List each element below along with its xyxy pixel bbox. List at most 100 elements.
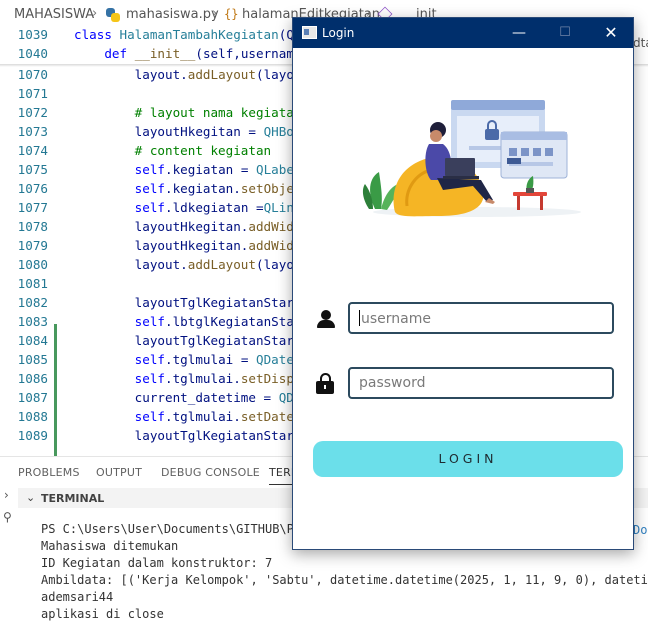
line-number: 1084 — [17, 333, 48, 348]
code-token: layoutHkegitan. — [74, 238, 249, 253]
terminal-title: TERMINAL — [41, 492, 105, 505]
line-number: 1075 — [17, 162, 48, 177]
line-number: 1080 — [17, 257, 48, 272]
code-text: self.kegiatan.setObje — [74, 181, 294, 196]
tab-debug-console[interactable]: DEBUG CONSOLE — [161, 466, 260, 479]
code-text: self.tglmulai.setDate — [74, 409, 294, 424]
maximize-button[interactable]: ☐ — [551, 22, 579, 44]
lock-icon — [316, 373, 334, 395]
terminal-edge-text: Do — [633, 523, 648, 537]
line-number: 1087 — [17, 390, 48, 405]
close-button[interactable]: ✕ — [597, 22, 625, 44]
code-token: (layo — [255, 257, 294, 272]
password-input[interactable]: password — [348, 367, 614, 399]
code-token: HalamanTambahKegiatan — [119, 27, 279, 42]
line-number: 1089 — [17, 428, 48, 443]
line-number: 1076 — [17, 181, 48, 196]
code-token: .kegiatan. — [165, 181, 241, 196]
code-token: layoutTglKegiatanStar — [74, 295, 294, 310]
line-number: 1083 — [17, 314, 48, 329]
code-text: self.kegiatan = QLabe — [74, 162, 294, 177]
code-token: addWid — [248, 219, 294, 234]
line-number: 1085 — [17, 352, 48, 367]
username-input[interactable]: username — [348, 302, 614, 334]
username-placeholder: username — [361, 311, 431, 327]
code-text: self.lbtglKegiatanSta — [74, 314, 294, 329]
code-text: layout.addLayout(layo — [74, 67, 294, 82]
code-token: layoutHkegitan. — [74, 219, 249, 234]
code-token: .kegiatan = — [165, 162, 256, 177]
line-number: 1079 — [17, 238, 48, 253]
code-token: setObje — [240, 181, 294, 196]
code-token: self — [74, 181, 165, 196]
line-number: 1088 — [17, 409, 48, 424]
code-token: .tglmulai. — [165, 409, 241, 424]
tab-problems[interactable]: PROBLEMS — [18, 466, 80, 479]
terminal-line: PS C:\Users\User\Documents\GITHUB\PR — [41, 522, 302, 536]
code-token: .ldkegiatan = — [165, 200, 264, 215]
code-token: __init__ — [134, 46, 196, 61]
line-number: 1077 — [17, 200, 48, 215]
code-token: self — [74, 352, 165, 367]
chevron-down-icon[interactable]: ⌄ — [26, 491, 35, 504]
login-window[interactable]: Login — ☐ ✕ username password LOGIN — [292, 17, 634, 550]
line-number: 1082 — [17, 295, 48, 310]
minimize-button[interactable]: — — [505, 22, 533, 44]
code-token: setDisp — [240, 371, 294, 386]
line-number: 1081 — [17, 276, 48, 291]
code-token: layoutTglKegiatanStar — [74, 428, 294, 443]
breadcrumb-separator: › — [212, 6, 218, 21]
code-token: addWid — [248, 238, 294, 253]
code-text: current_datetime = QD — [74, 390, 294, 405]
code-text: layoutTglKegiatanStar — [74, 295, 294, 310]
code-text: # layout nama kegiata — [74, 105, 294, 120]
breadcrumb-folder[interactable]: MAHASISWA — [14, 7, 94, 22]
code-token: QLabe — [256, 162, 294, 177]
line-number: 1070 — [17, 67, 48, 82]
code-token: QDate — [256, 352, 294, 367]
panel-side-strip: › ⚲ — [0, 486, 18, 635]
code-token: self — [74, 409, 165, 424]
password-placeholder: password — [359, 375, 426, 391]
user-icon — [317, 310, 335, 328]
chevron-right-icon[interactable]: › — [4, 488, 9, 502]
code-token: setDate — [240, 409, 294, 424]
window-icon — [302, 26, 317, 39]
code-token: QHBo — [263, 124, 294, 139]
code-token: class — [74, 27, 120, 42]
tab-output[interactable]: OUTPUT — [96, 466, 142, 479]
code-text: self.tglmulai.setDisp — [74, 371, 294, 386]
code-token: addLayout — [187, 67, 256, 82]
code-token: # layout nama kegiata — [74, 105, 294, 120]
code-token: .tglmulai = — [165, 352, 256, 367]
code-token: # content kegiatan — [74, 143, 272, 158]
line-number: 1072 — [17, 105, 48, 120]
code-text: # content kegiatan — [74, 143, 271, 158]
login-titlebar[interactable]: Login — ☐ ✕ — [293, 18, 633, 48]
line-number: 1086 — [17, 371, 48, 386]
code-token: self — [74, 371, 165, 386]
login-button[interactable]: LOGIN — [313, 441, 623, 477]
line-number: 1074 — [17, 143, 48, 158]
code-text: layoutHkegitan = QHBo — [74, 124, 294, 139]
terminal-line: Mahasiswa ditemukan — [41, 539, 179, 553]
code-token: self — [74, 200, 165, 215]
code-token: def — [104, 46, 135, 61]
breadcrumb-separator: › — [92, 6, 98, 21]
debug-icon[interactable]: ⚲ — [3, 510, 12, 524]
code-text: class HalamanTambahKegiatan(Q — [74, 27, 294, 42]
code-text: def __init__(self,usernam — [74, 46, 294, 61]
breadcrumb-file[interactable]: mahasiswa.py — [126, 7, 219, 22]
code-text: layoutTglKegiatanStar — [74, 333, 294, 348]
terminal-line: ID Kegiatan dalam konstruktor: 7 — [41, 556, 273, 570]
code-text: self.tglmulai = QDate — [74, 352, 294, 367]
editor-edge-text: dta — [633, 36, 648, 50]
code-token: self — [74, 314, 165, 329]
code-token: QLin — [263, 200, 294, 215]
line-number: 1039 — [17, 27, 48, 42]
code-token: layout. — [74, 257, 188, 272]
code-token: self — [74, 162, 165, 177]
code-token: layout. — [74, 67, 188, 82]
code-token: layoutHkegitan = — [74, 124, 264, 139]
